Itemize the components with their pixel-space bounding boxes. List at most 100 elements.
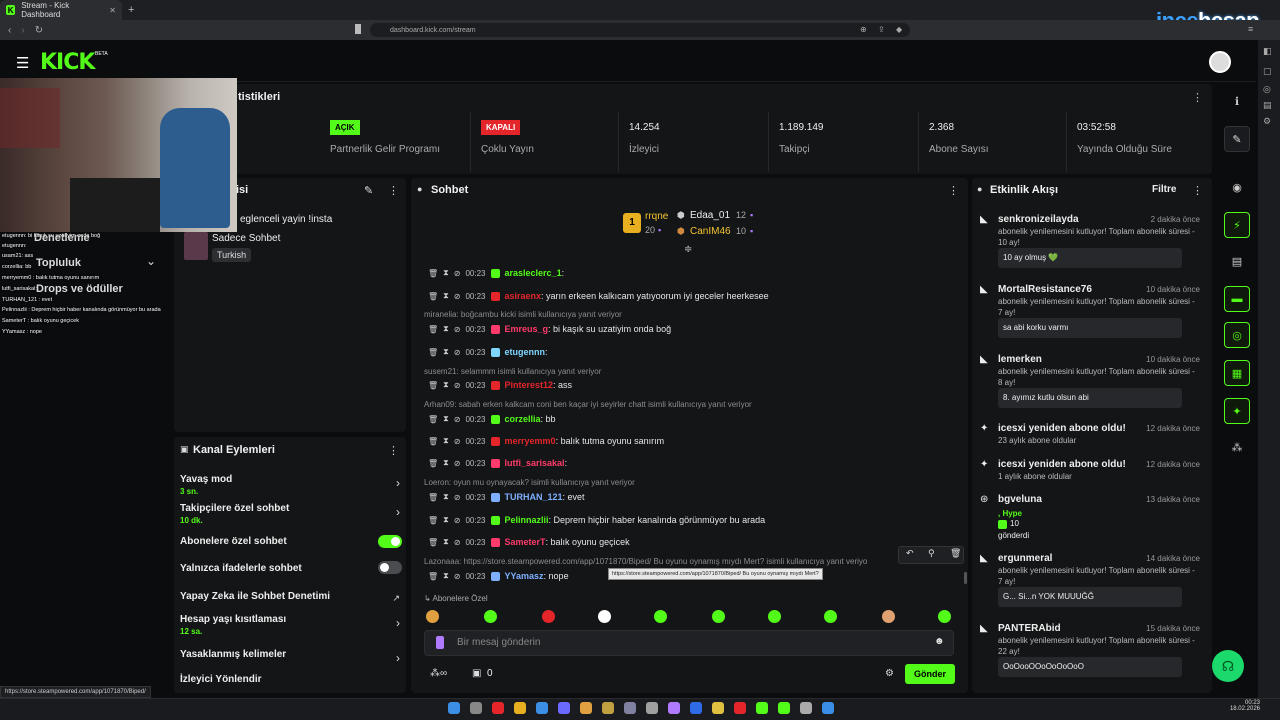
people-icon[interactable]: ⁂∞ [430, 668, 447, 679]
camera-icon[interactable]: ◉ [1228, 178, 1246, 196]
taskbar-app-icon[interactable] [646, 702, 658, 714]
chat-message[interactable]: 🗑 ⧗ ⊘ 00:23 Pelinnazlii: Deprem hiçbir haber… [428, 515, 765, 525]
action-account-age[interactable]: Hesap yaşı kısıtlaması 12 sa. › [180, 614, 402, 636]
chat-message[interactable]: 🗑 ⧗ ⊘ 00:23 Pinterest12: ass [428, 380, 572, 390]
ban-icon[interactable]: ⊘ [454, 292, 461, 301]
emote-icon[interactable] [542, 610, 555, 623]
chat-username[interactable]: TURHAN_121 [505, 492, 563, 502]
leader-second-name[interactable]: Edaa_01 [690, 210, 730, 221]
timeout-icon[interactable]: ⧗ [443, 515, 449, 525]
chat-scrollbar[interactable] [964, 572, 967, 584]
browser-tab[interactable]: K Stream - Kick Dashboard ✕ [0, 0, 122, 20]
ban-icon[interactable]: ⊘ [454, 516, 461, 525]
ban-icon[interactable]: ⊘ [454, 325, 461, 334]
wrench-icon[interactable]: ✦ [1224, 398, 1250, 424]
delete-icon[interactable]: 🗑 [428, 572, 438, 581]
taskbar-app-icon[interactable] [580, 702, 592, 714]
chat-username[interactable]: merryemm0 [505, 436, 556, 446]
timeout-icon[interactable]: ⧗ [443, 537, 449, 547]
chat-message[interactable]: 🗑 ⧗ ⊘ 00:23 arasleclerc_1: [428, 268, 564, 278]
activity-menu-icon[interactable]: ⋮ [1192, 184, 1203, 197]
action-host[interactable]: İzleyici Yönlendir [180, 674, 402, 685]
ban-icon[interactable]: ⊘ [454, 348, 461, 357]
taskbar-app-icon[interactable] [470, 702, 482, 714]
channel-actions-menu-icon[interactable]: ⋮ [388, 444, 399, 457]
chat-username[interactable]: Emreus_g [505, 324, 549, 334]
mic-icon[interactable] [436, 636, 444, 649]
timeout-icon[interactable]: ⧗ [443, 268, 449, 278]
kick-logo[interactable]: KICK [40, 50, 95, 75]
stats-menu-icon[interactable]: ⋮ [1192, 91, 1203, 104]
browser-menu-icon[interactable]: ≡ [1248, 24, 1253, 34]
chat-username[interactable]: SameterT [505, 537, 546, 547]
document-icon[interactable]: ▤ [1228, 252, 1246, 270]
activity-item[interactable]: ◣ senkronizeilayda 2 dakika önce abonelik y… [980, 214, 1206, 274]
delete-icon[interactable]: 🗑 [428, 269, 438, 278]
leader-third-name[interactable]: CanIM46 [690, 226, 731, 237]
timeout-icon[interactable]: ⧗ [443, 458, 449, 468]
timeout-icon[interactable]: ⧗ [443, 436, 449, 446]
new-tab-icon[interactable]: + [128, 4, 134, 16]
forward-icon[interactable]: › [21, 25, 24, 36]
taskbar-app-icon[interactable] [668, 702, 680, 714]
expand-leaderboard-icon[interactable]: ≑ [684, 244, 692, 255]
filter-button[interactable]: Filtre [1152, 184, 1176, 195]
chat-message[interactable]: 🗑 ⧗ ⊘ 00:23 lutfi_sarisakal: [428, 458, 567, 468]
chat-username[interactable]: corzellia [505, 414, 541, 424]
back-icon[interactable]: ‹ [8, 25, 11, 36]
timeout-icon[interactable]: ⧗ [443, 380, 449, 390]
chat-message[interactable]: 🗑 ⧗ ⊘ 00:23 YYamasz: nope [428, 571, 569, 581]
taskbar-app-icon[interactable] [734, 702, 746, 714]
reply-icon[interactable]: ↶ [906, 548, 914, 559]
url-field[interactable]: dashboard.kick.com/stream [370, 23, 910, 37]
activity-item[interactable]: ◣ ergunmeral 14 dakika önce abonelik yenile… [980, 553, 1206, 613]
edit-icon[interactable]: ✎ [364, 184, 373, 197]
shield-icon[interactable]: ◆ [896, 25, 902, 34]
timeout-icon[interactable]: ⧗ [443, 414, 449, 424]
chat-username[interactable]: lutfi_sarisakal [505, 458, 565, 468]
broadcast-icon[interactable]: ◎ [1224, 322, 1250, 348]
chat-message[interactable]: 🗑 ⧗ ⊘ 00:23 TURHAN_121: evet [428, 492, 585, 502]
sidebar-icon[interactable]: ⚙ [1263, 116, 1271, 127]
taskbar-app-icon[interactable] [624, 702, 636, 714]
emote-icon[interactable] [484, 610, 497, 623]
zoom-icon[interactable]: ⊕ [860, 25, 867, 34]
hamburger-icon[interactable]: ☰ [16, 54, 29, 72]
ban-icon[interactable]: ⊘ [454, 493, 461, 502]
tag-chip[interactable]: Turkish [212, 248, 252, 262]
leader-first-name[interactable]: rrqne [645, 211, 668, 222]
taskbar-app-icon[interactable] [712, 702, 724, 714]
delete-icon[interactable]: 🗑 [428, 292, 438, 301]
chat-message[interactable]: 🗑 ⧗ ⊘ 00:23 Emreus_g: bi kaşık su uzatiyim o… [428, 324, 671, 334]
users-icon[interactable]: ⁂ [1228, 438, 1246, 456]
taskbar-app-icon[interactable] [448, 702, 460, 714]
ban-icon[interactable]: ⊘ [454, 381, 461, 390]
sidebar-icon[interactable]: ◧ [1263, 46, 1272, 57]
info-icon[interactable]: ℹ [1228, 92, 1246, 110]
stream-info-menu-icon[interactable]: ⋮ [388, 184, 399, 197]
delete-icon[interactable]: 🗑 [428, 437, 438, 446]
sidebar-item-drops[interactable]: Drops ve ödüller [36, 283, 123, 295]
ban-icon[interactable]: ⊘ [454, 415, 461, 424]
delete-icon[interactable]: 🗑 [428, 381, 438, 390]
send-button[interactable]: Gönder [905, 664, 955, 684]
taskbar-app-icon[interactable] [756, 702, 768, 714]
delete-icon[interactable]: 🗑 [428, 348, 438, 357]
chat-message[interactable]: 🗑 ⧗ ⊘ 00:23 corzellia: bb [428, 414, 556, 424]
chat-menu-icon[interactable]: ⋮ [948, 184, 959, 197]
emote-icon[interactable] [768, 610, 781, 623]
timeout-icon[interactable]: ⧗ [443, 492, 449, 502]
bookmark-icon[interactable] [355, 24, 361, 34]
chevron-down-icon[interactable]: ⌄ [146, 254, 156, 268]
ban-icon[interactable]: ⊘ [454, 572, 461, 581]
emote-icon[interactable] [882, 610, 895, 623]
timeout-icon[interactable]: ⧗ [443, 347, 449, 357]
ban-icon[interactable]: ⊘ [454, 538, 461, 547]
reload-icon[interactable]: ↻ [35, 25, 43, 36]
sidebar-icon[interactable]: ▢ [1263, 66, 1272, 77]
lightning-icon[interactable]: ⚡ [1224, 212, 1250, 238]
chat-username[interactable]: arasleclerc_1 [505, 268, 562, 278]
activity-item[interactable]: ◣ lemerken 10 dakika önce abonelik yenileme… [980, 354, 1206, 414]
chat-message[interactable]: 🗑 ⧗ ⊘ 00:23 etugennn: [428, 347, 548, 357]
chat-message[interactable]: 🗑 ⧗ ⊘ 00:23 merryemm0: balık tutma oyunu san… [428, 436, 664, 446]
